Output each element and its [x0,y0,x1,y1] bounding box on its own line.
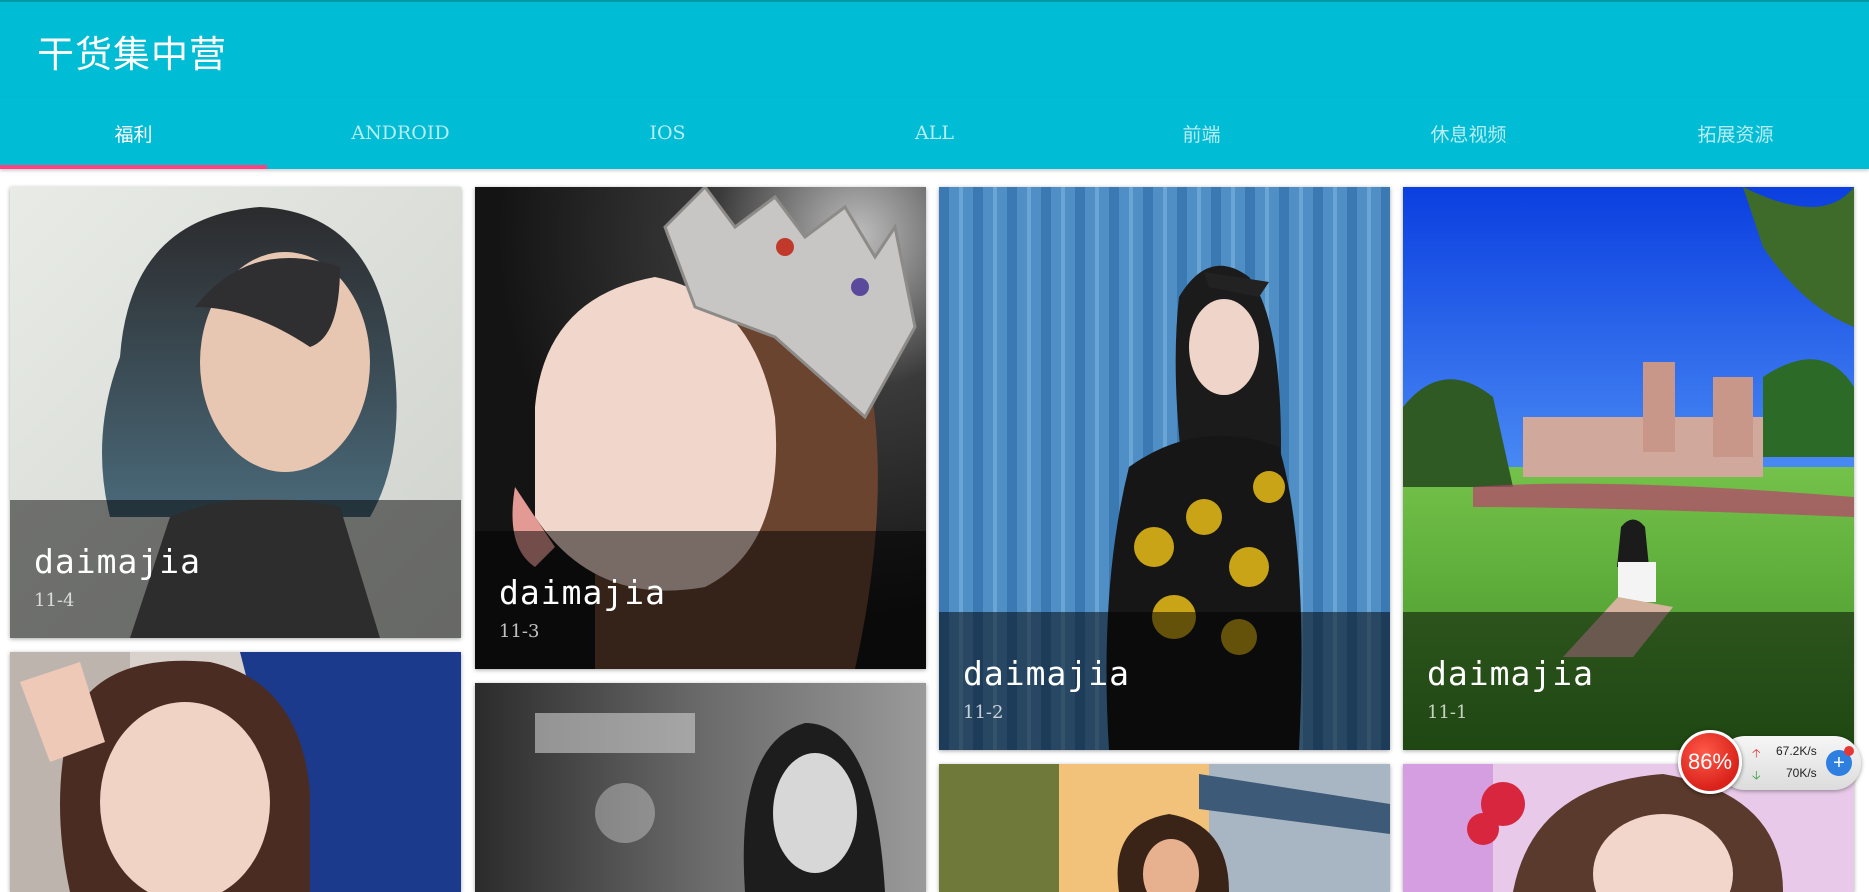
photo-caption: daimajia 11-2 [939,612,1390,750]
memory-usage-badge[interactable]: 86% [1678,730,1742,794]
photo-image [10,652,461,892]
tab-welfare[interactable]: 福利 [0,97,267,169]
tab-label: 前端 [1182,123,1221,146]
tab-label: IOS [649,122,686,144]
publish-date: 11-2 [963,702,1004,723]
photo-grid: daimajia 11-4 daimajia 11-3 daimajia 11-… [0,169,1869,892]
photo-card[interactable] [10,652,461,892]
photo-image [939,764,1390,892]
tab-ios[interactable]: IOS [534,97,801,169]
photo-image [475,683,926,892]
author-name: daimajia [34,542,201,581]
download-arrow-icon: 🡣 [1752,768,1761,782]
network-speed-widget[interactable]: 86% 🡡 67.2K/s 🡣 70K/s + [1678,730,1863,794]
tab-all[interactable]: ALL [801,97,1068,169]
tab-android[interactable]: ANDROID [267,97,534,169]
tab-label: 拓展资源 [1697,123,1774,146]
photo-caption: daimajia 11-3 [475,531,926,669]
author-name: daimajia [963,654,1130,693]
tab-frontend[interactable]: 前端 [1068,97,1335,169]
tab-rest-video[interactable]: 休息视频 [1335,97,1602,169]
photo-card[interactable]: daimajia 11-3 [475,187,926,669]
photo-card[interactable]: daimajia 11-4 [10,187,461,638]
photo-caption: daimajia 11-4 [10,500,461,638]
photo-card[interactable]: daimajia 11-1 [1403,187,1854,750]
tab-bar: 福利 ANDROID IOS ALL 前端 休息视频 拓展资源 [0,97,1869,169]
upload-rate: 67.2K/s [1776,744,1817,758]
notification-dot [1844,746,1854,756]
photo-card[interactable] [939,764,1390,892]
download-rate: 70K/s [1786,766,1817,780]
tab-label: 福利 [114,123,153,146]
author-name: daimajia [499,573,666,612]
tab-label: ANDROID [351,122,450,144]
publish-date: 11-4 [34,590,75,611]
author-name: daimajia [1427,654,1594,693]
app-bar: 干货集中营 [0,0,1869,97]
upload-arrow-icon: 🡡 [1752,746,1761,760]
publish-date: 11-1 [1427,702,1468,723]
tab-label: ALL [915,122,954,144]
photo-card[interactable] [475,683,926,892]
photo-card[interactable]: daimajia 11-2 [939,187,1390,750]
tab-label: 休息视频 [1430,123,1507,146]
app-title: 干货集中营 [37,33,227,76]
publish-date: 11-3 [499,621,540,642]
tab-extended-resources[interactable]: 拓展资源 [1602,97,1869,169]
